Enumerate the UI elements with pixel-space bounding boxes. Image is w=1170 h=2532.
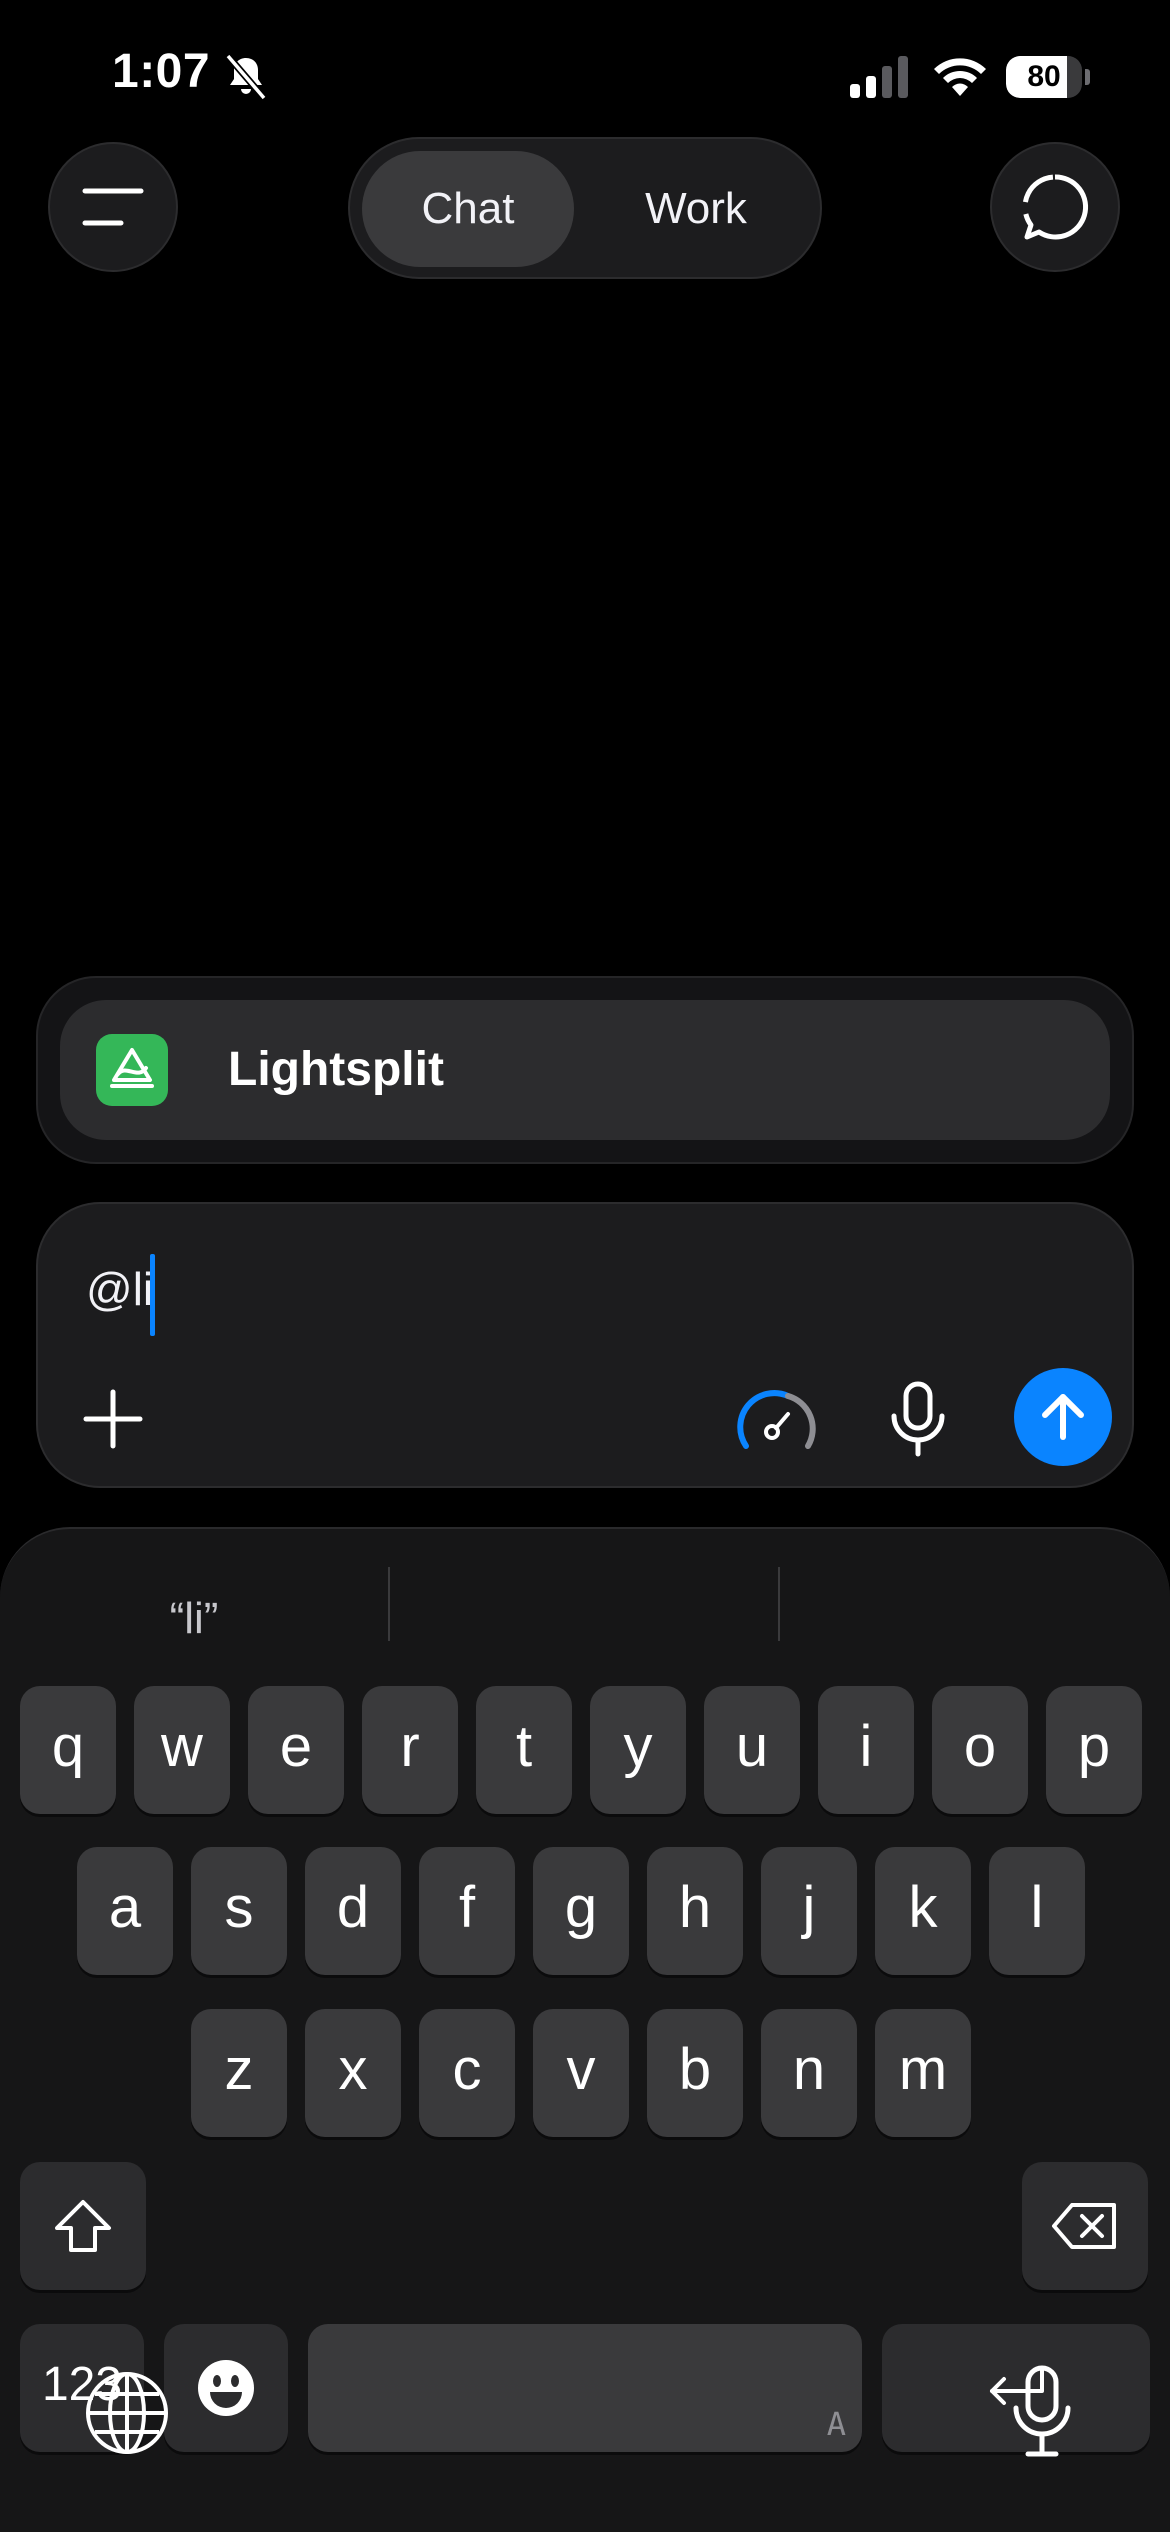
- prediction-divider: [778, 1567, 780, 1641]
- emoji-key[interactable]: [164, 2324, 288, 2452]
- backspace-icon: [1052, 2203, 1116, 2249]
- battery-body: 80: [1006, 56, 1082, 98]
- key-i[interactable]: i: [818, 1686, 914, 1814]
- key-a[interactable]: a: [77, 1847, 173, 1975]
- key-k[interactable]: k: [875, 1847, 971, 1975]
- mode-switcher: Chat Work: [348, 137, 822, 279]
- dictation-mic-icon[interactable]: [1010, 2364, 1074, 2460]
- battery-percent: 80: [1027, 60, 1061, 93]
- voice-input-mic-icon[interactable]: [886, 1380, 950, 1460]
- key-s[interactable]: s: [191, 1847, 287, 1975]
- key-w[interactable]: w: [134, 1686, 230, 1814]
- key-f[interactable]: f: [419, 1847, 515, 1975]
- cellular-signal-icon: [850, 56, 908, 98]
- new-chat-button[interactable]: [990, 142, 1120, 272]
- key-y[interactable]: y: [590, 1686, 686, 1814]
- globe-icon[interactable]: [84, 2370, 170, 2456]
- emoji-icon: [198, 2360, 254, 2416]
- mention-suggestions: Lightsplit: [36, 976, 1134, 1164]
- key-m[interactable]: m: [875, 2009, 971, 2137]
- key-o[interactable]: o: [932, 1686, 1028, 1814]
- new-chat-icon: [1022, 174, 1089, 240]
- keyboard: “li” 123 A q w e r t y u i o p a s d f g…: [0, 1527, 1170, 2532]
- menu-button[interactable]: [48, 142, 178, 272]
- wifi-icon: [934, 58, 986, 96]
- key-r[interactable]: r: [362, 1686, 458, 1814]
- key-d[interactable]: d: [305, 1847, 401, 1975]
- key-l[interactable]: l: [989, 1847, 1085, 1975]
- space-key[interactable]: A: [308, 2324, 862, 2452]
- key-g[interactable]: g: [533, 1847, 629, 1975]
- key-j[interactable]: j: [761, 1847, 857, 1975]
- delete-key[interactable]: [1022, 2162, 1148, 2290]
- text-caret: [150, 1254, 155, 1336]
- menu-icon: [82, 188, 144, 226]
- key-n[interactable]: n: [761, 2009, 857, 2137]
- add-attachment-icon[interactable]: [78, 1384, 148, 1454]
- suggestion-label: Lightsplit: [228, 1043, 444, 1096]
- suggestion-lightsplit[interactable]: Lightsplit: [60, 1000, 1110, 1140]
- message-input[interactable]: @li: [86, 1262, 153, 1316]
- key-t[interactable]: t: [476, 1686, 572, 1814]
- shift-key[interactable]: [20, 2162, 146, 2290]
- message-composer[interactable]: @li: [36, 1202, 1134, 1488]
- silent-bell-icon: [225, 54, 267, 100]
- key-z[interactable]: z: [191, 2009, 287, 2137]
- status-time: 1:07: [112, 45, 211, 98]
- tab-work[interactable]: Work: [590, 151, 802, 267]
- key-x[interactable]: x: [305, 2009, 401, 2137]
- lightsplit-app-icon: [96, 1034, 168, 1106]
- battery-indicator: 80: [1006, 56, 1090, 98]
- key-b[interactable]: b: [647, 2009, 743, 2137]
- shift-icon: [55, 2200, 111, 2252]
- screen: 1:07 80 Chat Work Lightsplit @li “li” 12…: [0, 0, 1170, 2532]
- key-v[interactable]: v: [533, 2009, 629, 2137]
- key-u[interactable]: u: [704, 1686, 800, 1814]
- send-button[interactable]: [1014, 1368, 1112, 1466]
- tab-chat[interactable]: Chat: [362, 151, 574, 267]
- arrow-up-icon: [1042, 1394, 1084, 1440]
- key-q[interactable]: q: [20, 1686, 116, 1814]
- space-key-hint: A: [826, 2405, 846, 2443]
- key-e[interactable]: e: [248, 1686, 344, 1814]
- prediction-divider: [388, 1567, 390, 1641]
- battery-nub: [1085, 69, 1090, 85]
- key-h[interactable]: h: [647, 1847, 743, 1975]
- speedometer-icon[interactable]: [734, 1384, 818, 1458]
- key-p[interactable]: p: [1046, 1686, 1142, 1814]
- prediction-1[interactable]: “li”: [0, 1569, 388, 1669]
- key-c[interactable]: c: [419, 2009, 515, 2137]
